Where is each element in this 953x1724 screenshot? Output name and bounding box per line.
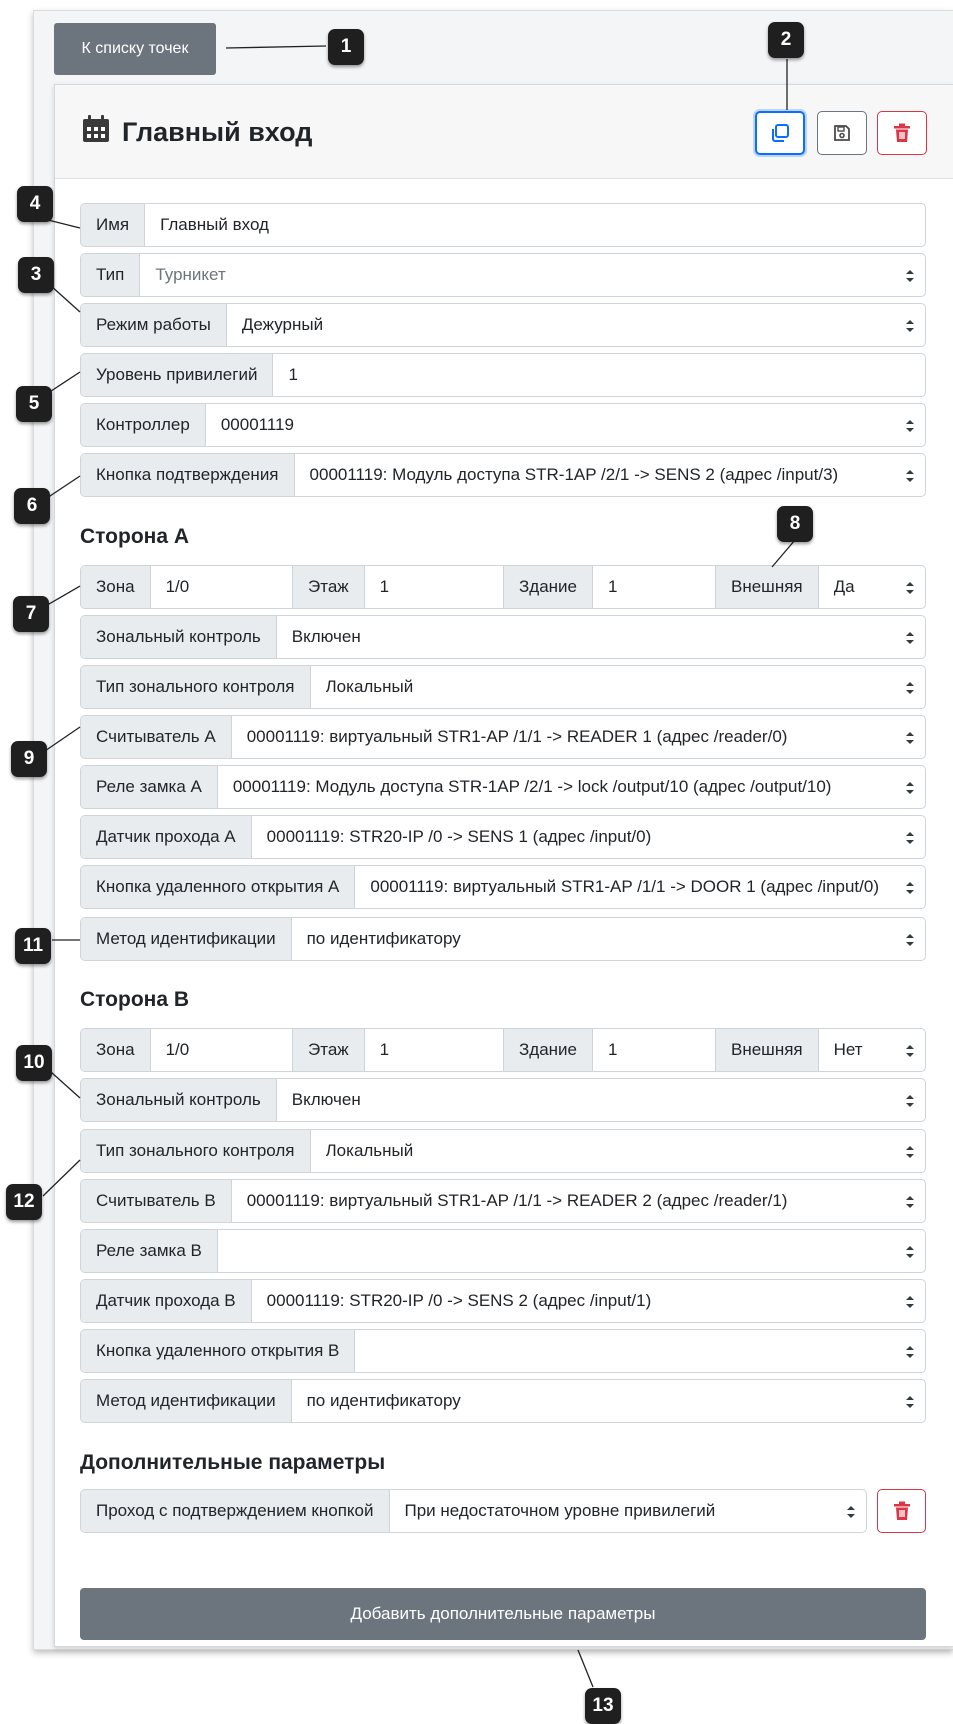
marker-7: 7	[13, 596, 49, 632]
marker-8: 8	[777, 506, 813, 542]
marker-2: 2	[768, 22, 804, 58]
marker-13: 13	[585, 1688, 621, 1724]
marker-12: 12	[6, 1184, 42, 1220]
marker-1: 1	[328, 29, 364, 65]
marker-4: 4	[17, 186, 53, 222]
marker-6: 6	[14, 488, 50, 524]
annotation-leaders	[39, 45, 796, 1688]
marker-9: 9	[11, 741, 47, 777]
marker-3: 3	[18, 257, 54, 293]
marker-10: 10	[16, 1045, 52, 1081]
marker-5: 5	[16, 386, 52, 422]
marker-11: 11	[15, 928, 51, 964]
